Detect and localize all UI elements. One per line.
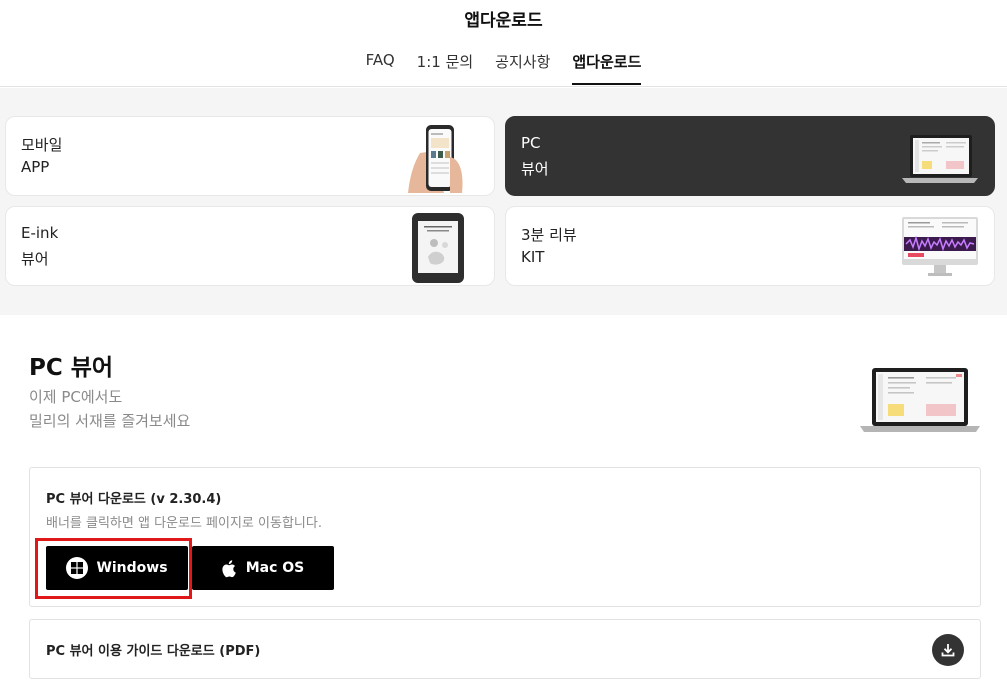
e-reader-icon xyxy=(412,213,464,283)
windows-icon xyxy=(66,557,89,579)
tab-bar: FAQ 1:1 문의 공지사항 앱다운로드 xyxy=(0,51,1007,85)
page-header: 앱다운로드 FAQ 1:1 문의 공지사항 앱다운로드 xyxy=(0,0,1007,87)
card-label-2: 뷰어 xyxy=(521,160,549,178)
card-label-1: PC xyxy=(521,134,541,152)
download-icon[interactable] xyxy=(932,634,964,666)
tab-app-download[interactable]: 앱다운로드 xyxy=(572,51,642,85)
smartphone-in-hand-icon xyxy=(408,125,463,193)
laptop-icon xyxy=(902,135,978,183)
card-label-1: E-ink xyxy=(21,224,59,242)
page-title: 앱다운로드 xyxy=(464,11,543,31)
tab-inquiry[interactable]: 1:1 문의 xyxy=(417,51,474,84)
card-pc-viewer[interactable]: PC 뷰어 xyxy=(505,116,995,196)
card-label-1: 3분 리뷰 xyxy=(521,226,577,244)
tab-notice[interactable]: 공지사항 xyxy=(495,51,550,84)
download-description: 배너를 클릭하면 앱 다운로드 페이지로 이동합니다. xyxy=(46,516,322,531)
download-title: PC 뷰어 다운로드 (v 2.30.4) xyxy=(46,492,222,507)
card-label-2: KIT xyxy=(521,248,545,266)
card-label-1: 모바일 xyxy=(21,136,63,154)
card-label-2: 뷰어 xyxy=(21,250,49,268)
tab-faq[interactable]: FAQ xyxy=(366,51,395,84)
card-eink-viewer[interactable]: E-ink 뷰어 xyxy=(5,206,495,286)
section-subtitle-line1: 이제 PC에서도 xyxy=(29,388,123,406)
section-title: PC 뷰어 xyxy=(29,355,114,381)
pc-viewer-download-panel: PC 뷰어 다운로드 (v 2.30.4) 배너를 클릭하면 앱 다운로드 페이… xyxy=(29,467,981,607)
card-label-2: APP xyxy=(21,158,50,176)
mac-button-label: Mac OS xyxy=(245,560,305,576)
windows-button-label: Windows xyxy=(96,560,168,576)
guide-download-row[interactable]: PC 뷰어 이용 가이드 다운로드 (PDF) xyxy=(29,619,981,679)
app-category-area: 모바일 APP PC 뷰어 E-ink 뷰어 3분 리뷰 KIT xyxy=(0,88,1007,315)
desktop-monitor-icon xyxy=(902,217,978,276)
guide-download-label: PC 뷰어 이용 가이드 다운로드 (PDF) xyxy=(46,644,261,659)
windows-download-button[interactable]: Windows xyxy=(46,546,188,590)
laptop-illustration xyxy=(860,368,980,432)
card-mobile-app[interactable]: 모바일 APP xyxy=(5,116,495,196)
section-subtitle-line2: 밀리의 서재를 즐겨보세요 xyxy=(29,412,191,430)
mac-download-button[interactable]: Mac OS xyxy=(192,546,334,590)
card-review-kit[interactable]: 3분 리뷰 KIT xyxy=(505,206,995,286)
apple-icon xyxy=(222,559,236,577)
